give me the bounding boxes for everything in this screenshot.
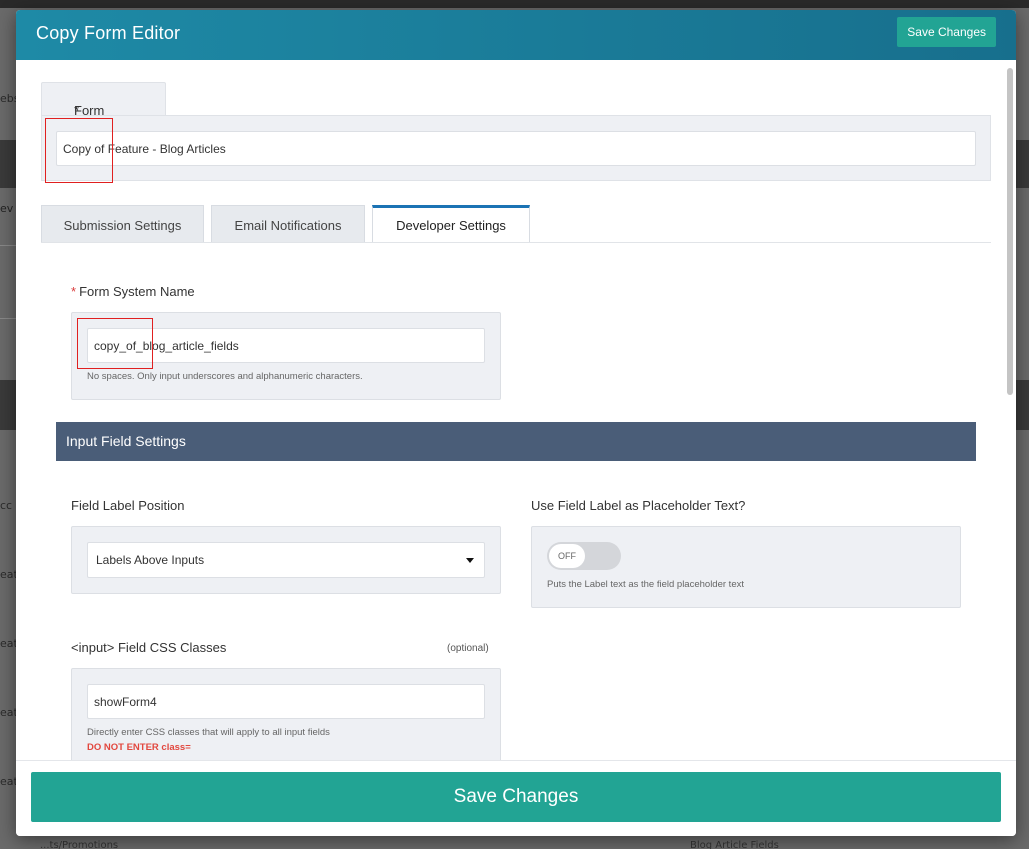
caret-down-icon [466, 558, 474, 563]
save-changes-bottom-button[interactable]: Save Changes [31, 772, 1001, 822]
css-classes-warning: DO NOT ENTER class= [87, 742, 191, 753]
background-divider [0, 318, 16, 319]
background-text: cc [0, 499, 13, 512]
field-label-position-value: Labels Above Inputs [96, 553, 205, 567]
save-changes-top-button[interactable]: Save Changes [897, 17, 996, 47]
modal-title: Copy Form Editor [36, 23, 181, 43]
background-text: eat [0, 637, 16, 650]
background-text: eat [0, 568, 16, 581]
background-text: eat [0, 706, 16, 719]
field-label-position-select[interactable]: Labels Above Inputs [87, 542, 485, 578]
placeholder-text-label: Use Field Label as Placeholder Text? [531, 498, 746, 513]
field-label-position-label: Field Label Position [71, 498, 185, 513]
tab-developer-settings[interactable]: Developer Settings [372, 205, 530, 244]
css-classes-input[interactable] [87, 684, 485, 719]
background-text: Blog Article Fields [690, 840, 779, 849]
css-classes-hint: Directly enter CSS classes that will app… [87, 727, 330, 738]
toggle-knob: OFF [549, 544, 585, 568]
background-topbar [0, 0, 1029, 8]
placeholder-hint: Puts the Label text as the field placeho… [547, 579, 744, 590]
background-text: ...ts/Promotions [40, 840, 119, 849]
tab-email-notifications[interactable]: Email Notifications [211, 205, 365, 243]
form-system-name-hint: No spaces. Only input underscores and al… [87, 371, 363, 382]
highlight-box [45, 118, 113, 183]
modal-scrollbar[interactable] [1007, 68, 1013, 395]
modal-footer: Save Changes [16, 760, 1016, 836]
background-text: eat [0, 775, 16, 788]
background-band-right [1016, 140, 1029, 188]
background-divider [0, 245, 16, 246]
form-name-tab: *Form Name [41, 82, 166, 133]
modal-header: Copy Form Editor Save Changes [16, 10, 1016, 60]
form-system-name-label: * Form System Name [71, 284, 195, 299]
background-band-right [1016, 380, 1029, 430]
css-classes-optional-label: (optional) [447, 643, 489, 654]
copy-form-editor-modal: Copy Form Editor Save Changes *Form Name… [16, 10, 1016, 836]
form-name-panel [41, 115, 991, 181]
modal-body[interactable]: *Form Name Submission Settings Email Not… [16, 60, 1016, 760]
required-mark: * [71, 284, 77, 299]
input-field-settings-heading: Input Field Settings [56, 422, 976, 461]
background-text: ev [0, 202, 14, 215]
css-classes-label: <input> Field CSS Classes [71, 640, 227, 655]
form-system-name-label-text: Form System Name [79, 284, 195, 299]
background-text: ebs [0, 92, 16, 105]
highlight-box [77, 318, 153, 369]
placeholder-toggle[interactable]: OFF [547, 542, 621, 570]
form-name-input[interactable] [56, 131, 976, 166]
tab-submission-settings[interactable]: Submission Settings [41, 205, 204, 243]
